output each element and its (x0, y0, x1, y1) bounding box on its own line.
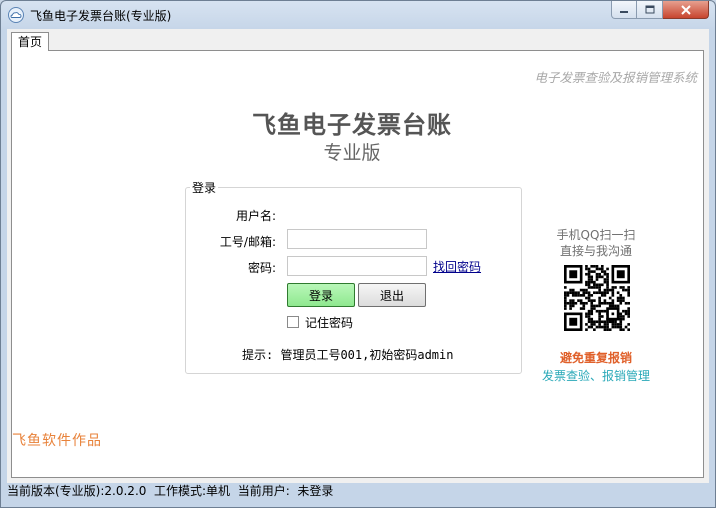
client-area: 首页 电子发票查验及报销管理系统 飞鱼电子发票台账 专业版 登录 用户名: 工号… (7, 29, 709, 483)
main-window: 飞鱼电子发票台账(专业版) 首页 电子发票查验及报销管理系统 飞鱼电子发票台账 … (0, 0, 716, 508)
tab-home[interactable]: 首页 (11, 32, 50, 51)
app-edition: 专业版 (323, 142, 381, 164)
status-text: 当前版本(专业版):2.0.2.0 工作模式:单机 当前用户: 未登录 (7, 484, 334, 498)
qr-code (564, 265, 630, 331)
account-label: 工号/邮箱: (219, 235, 276, 249)
home-tab-page: 电子发票查验及报销管理系统 飞鱼电子发票台账 专业版 登录 用户名: 工号/邮箱… (11, 50, 704, 478)
login-button[interactable]: 登录 (287, 283, 355, 307)
recover-password-link[interactable]: 找回密码 (433, 258, 481, 275)
exit-button-label: 退出 (379, 288, 404, 303)
minimize-icon (620, 10, 628, 13)
author-credit: 飞鱼软件作品 (12, 433, 102, 449)
system-tagline: 电子发票查验及报销管理系统 (534, 70, 697, 85)
account-input[interactable] (287, 229, 427, 249)
remember-password-checkbox[interactable] (287, 316, 299, 328)
exit-button[interactable]: 退出 (358, 283, 426, 307)
remember-password-label[interactable]: 记住密码 (305, 314, 353, 331)
close-icon (680, 4, 691, 15)
password-input[interactable] (287, 256, 427, 276)
promo-text-2: 发票查验、报销管理 (541, 369, 650, 383)
qq-scan-text-1: 手机QQ扫一扫 (556, 228, 636, 242)
promo-text-1: 避免重复报销 (559, 351, 632, 365)
qq-scan-text-2: 直接与我沟通 (559, 244, 632, 258)
maximize-button[interactable] (637, 1, 663, 19)
login-group-title: 登录 (190, 179, 219, 196)
title-bar[interactable]: 飞鱼电子发票台账(专业版) (1, 1, 715, 29)
username-label: 用户名: (235, 209, 276, 223)
login-group: 登录 用户名: 工号/邮箱: 密码: 找回密码 登录 退出 记住密码 提示: 管… (185, 179, 522, 374)
close-button[interactable] (663, 1, 709, 19)
login-button-label: 登录 (308, 288, 333, 303)
status-bar: 当前版本(专业版):2.0.2.0 工作模式:单机 当前用户: 未登录 (7, 481, 709, 501)
app-title: 飞鱼电子发票台账 (252, 111, 452, 139)
cloud-app-icon (8, 7, 24, 23)
window-title: 飞鱼电子发票台账(专业版) (30, 9, 172, 23)
login-hint: 提示: 管理员工号001,初始密码admin (242, 348, 454, 362)
maximize-icon (645, 5, 654, 14)
minimize-button[interactable] (611, 1, 637, 19)
password-label: 密码: (247, 261, 276, 275)
